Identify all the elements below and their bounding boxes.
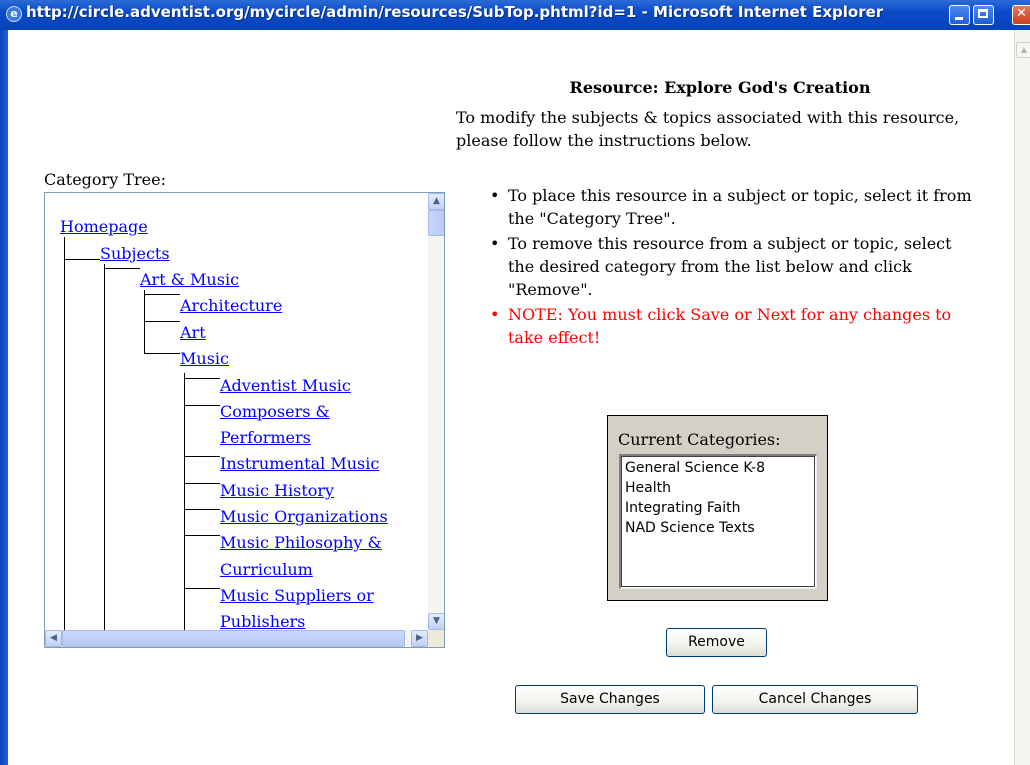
scroll-up-arrow-icon[interactable]: ▲ bbox=[1016, 42, 1030, 58]
intro-text: To modify the subjects & topics associat… bbox=[456, 108, 960, 150]
instruction-item: To remove this resource from a subject o… bbox=[490, 232, 980, 301]
tree-connector bbox=[184, 456, 220, 457]
instruction-item: To place this resource in a subject or t… bbox=[490, 184, 980, 230]
tree-connector bbox=[144, 353, 180, 354]
tree-node-music-history[interactable]: Music History bbox=[220, 481, 334, 500]
tree-node-music-philosophy-cont[interactable]: Curriculum bbox=[220, 560, 313, 579]
tree-node-homepage[interactable]: Homepage bbox=[60, 217, 148, 236]
tree-node-subjects[interactable]: Subjects bbox=[100, 244, 170, 263]
tree-connector bbox=[184, 378, 220, 379]
close-button[interactable] bbox=[1012, 5, 1030, 25]
tree-node-music-philosophy[interactable]: Music Philosophy & bbox=[220, 533, 382, 552]
scroll-right-icon[interactable]: ▶ bbox=[411, 630, 428, 647]
scroll-up-icon[interactable]: ▲ bbox=[428, 193, 444, 210]
tree-node-adventist-music[interactable]: Adventist Music bbox=[220, 376, 351, 395]
tree-node-instrumental-music[interactable]: Instrumental Music bbox=[220, 454, 379, 473]
scroll-left-icon[interactable]: ◀ bbox=[45, 630, 62, 647]
cancel-changes-button[interactable]: Cancel Changes bbox=[712, 685, 918, 714]
window-frame-left bbox=[0, 30, 8, 765]
scroll-down-icon[interactable]: ▼ bbox=[428, 613, 444, 630]
resource-title: Resource: Explore God's Creation bbox=[569, 78, 871, 97]
tree-node-art-music[interactable]: Art & Music bbox=[140, 270, 239, 289]
tree-connector bbox=[184, 405, 220, 406]
tree-node-music-suppliers[interactable]: Music Suppliers or bbox=[220, 586, 374, 605]
tree-connector bbox=[64, 237, 65, 630]
category-option[interactable]: NAD Science Texts bbox=[625, 518, 812, 538]
tree-connector bbox=[184, 535, 220, 536]
ie-icon: e bbox=[6, 6, 22, 22]
category-option[interactable]: Integrating Faith bbox=[625, 498, 812, 518]
category-option[interactable]: General Science K-8 bbox=[625, 458, 812, 478]
tree-connector bbox=[184, 483, 220, 484]
category-tree-label: Category Tree: bbox=[44, 170, 166, 189]
tree-node-architecture[interactable]: Architecture bbox=[180, 296, 282, 315]
category-tree[interactable]: Homepage Subjects Art & Music Architectu… bbox=[44, 192, 445, 648]
tree-connector bbox=[104, 264, 105, 630]
tree-vertical-scrollbar[interactable]: ▲ ▼ bbox=[428, 193, 444, 630]
instructions-list: To place this resource in a subject or t… bbox=[490, 184, 980, 351]
tree-connector bbox=[184, 588, 220, 589]
category-option[interactable]: Health bbox=[625, 478, 812, 498]
tree-connector bbox=[184, 509, 220, 510]
window-title: http://circle.adventist.org/mycircle/adm… bbox=[26, 3, 884, 21]
remove-button[interactable]: Remove bbox=[666, 628, 767, 657]
tree-connector bbox=[64, 259, 100, 260]
tree-connector bbox=[144, 321, 180, 322]
minimize-button[interactable] bbox=[949, 5, 970, 25]
instruction-note: NOTE: You must click Save or Next for an… bbox=[490, 303, 980, 349]
tree-connector bbox=[184, 373, 185, 630]
current-categories-list[interactable]: General Science K-8 Health Integrating F… bbox=[619, 454, 817, 589]
tree-connector bbox=[104, 268, 140, 269]
tree-node-composers-cont[interactable]: Performers bbox=[220, 428, 311, 447]
tree-horizontal-scrollbar[interactable]: ◀ ▶ bbox=[45, 630, 428, 647]
tree-node-music-suppliers-cont[interactable]: Publishers bbox=[220, 612, 305, 630]
save-changes-button[interactable]: Save Changes bbox=[515, 685, 705, 714]
tree-node-music-organizations[interactable]: Music Organizations bbox=[220, 507, 388, 526]
tree-vertical-thumb[interactable] bbox=[428, 210, 444, 236]
tree-node-art[interactable]: Art bbox=[180, 323, 206, 342]
tree-node-composers[interactable]: Composers & bbox=[220, 402, 330, 421]
current-categories-panel: Current Categories: General Science K-8 … bbox=[607, 415, 828, 601]
tree-connector bbox=[144, 294, 180, 295]
window-titlebar[interactable]: e http://circle.adventist.org/mycircle/a… bbox=[0, 0, 1030, 30]
category-tree-content: Homepage Subjects Art & Music Architectu… bbox=[45, 193, 429, 630]
maximize-button[interactable] bbox=[973, 5, 994, 25]
scrollbar-corner bbox=[428, 630, 444, 647]
page-scrollbar[interactable]: ▲ bbox=[1014, 30, 1030, 765]
tree-horizontal-thumb[interactable] bbox=[62, 630, 405, 647]
tree-node-music[interactable]: Music bbox=[180, 349, 229, 368]
current-categories-label: Current Categories: bbox=[618, 430, 781, 449]
